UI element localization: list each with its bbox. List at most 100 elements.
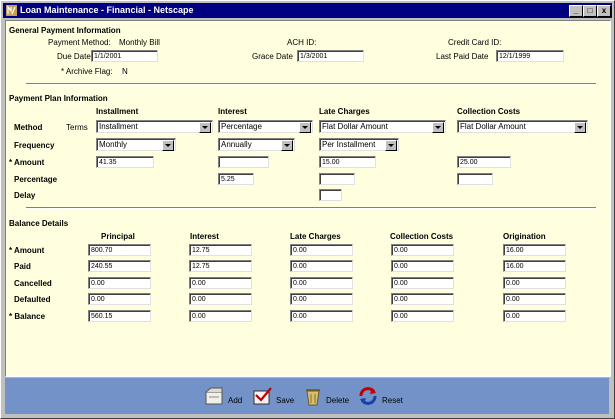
delete-button-label: Delete: [326, 396, 350, 405]
col-header-interest: Interest: [218, 107, 247, 116]
balance-paid-collection-costs-field[interactable]: 0.00: [391, 260, 454, 272]
method-collection-costs-select[interactable]: Flat Dollar Amount: [457, 120, 588, 133]
balance-amount-principal-field[interactable]: 800.70: [88, 244, 151, 256]
select-value: Percentage: [221, 122, 262, 131]
frequency-installment-select[interactable]: Monthly: [96, 138, 176, 151]
section-title-balance-details: Balance Details: [9, 219, 69, 228]
minimize-button[interactable]: _: [569, 5, 583, 17]
reset-button[interactable]: Reset: [357, 386, 409, 408]
balance-col-late-charges: Late Charges: [290, 232, 341, 241]
balance-balance-late-charges-field[interactable]: 0.00: [290, 310, 353, 322]
balance-amount-collection-costs-field[interactable]: 0.00: [391, 244, 454, 256]
select-value: Monthly: [99, 140, 128, 149]
select-value: Per Installment: [322, 140, 376, 149]
add-icon: [205, 387, 223, 405]
amount-installment-field[interactable]: 41.35: [96, 156, 154, 168]
col-header-late-charges: Late Charges: [319, 107, 370, 116]
balance-row-label-cancelled: Cancelled: [14, 279, 52, 288]
balance-cancelled-late-charges-field[interactable]: 0.00: [290, 277, 353, 289]
balance-defaulted-principal-field[interactable]: 0.00: [88, 293, 151, 305]
percentage-collection-costs-field[interactable]: [457, 173, 493, 185]
grace-date-field[interactable]: 1/3/2001: [297, 50, 364, 62]
select-value: Annually: [221, 140, 252, 149]
balance-defaulted-late-charges-field[interactable]: 0.00: [290, 293, 353, 305]
dropdown-arrow-icon[interactable]: [281, 140, 293, 151]
percentage-interest-field[interactable]: 5.25: [218, 173, 254, 185]
balance-row-label-paid: Paid: [14, 262, 31, 271]
balance-defaulted-interest-field[interactable]: 0.00: [189, 293, 252, 305]
balance-amount-origination-field[interactable]: 16.00: [503, 244, 566, 256]
dropdown-arrow-icon[interactable]: [199, 122, 211, 133]
balance-paid-late-charges-field[interactable]: 0.00: [290, 260, 353, 272]
percentage-late-charges-field[interactable]: [319, 173, 355, 185]
select-value: Installment: [99, 122, 138, 131]
netscape-logo-icon: [6, 5, 17, 16]
add-button[interactable]: Add: [203, 386, 249, 408]
method-late-charges-select[interactable]: Flat Dollar Amount: [319, 120, 446, 133]
grace-date-label: Grace Date: [252, 52, 293, 61]
dropdown-arrow-icon[interactable]: [385, 140, 397, 151]
amount-label: * Amount: [9, 158, 45, 167]
balance-cancelled-principal-field[interactable]: 0.00: [88, 277, 151, 289]
section-divider: [26, 83, 596, 85]
balance-cancelled-interest-field[interactable]: 0.00: [189, 277, 252, 289]
ach-id-label: ACH ID:: [287, 38, 317, 47]
balance-cancelled-collection-costs-field[interactable]: 0.00: [391, 277, 454, 289]
frequency-label: Frequency: [14, 141, 55, 150]
title-bar[interactable]: Loan Maintenance - Financial - Netscape …: [3, 3, 612, 18]
terms-label: Terms: [66, 123, 88, 132]
balance-col-collection-costs: Collection Costs: [390, 232, 454, 241]
last-paid-date-field[interactable]: 12/1/1999: [496, 50, 564, 62]
amount-collection-costs-field[interactable]: 25.00: [457, 156, 511, 168]
balance-defaulted-collection-costs-field[interactable]: 0.00: [391, 293, 454, 305]
balance-amount-interest-field[interactable]: 12.75: [189, 244, 252, 256]
save-button[interactable]: Save: [251, 386, 299, 408]
percentage-label: Percentage: [14, 175, 58, 184]
dropdown-arrow-icon[interactable]: [162, 140, 174, 151]
balance-paid-principal-field[interactable]: 240.55: [88, 260, 151, 272]
dropdown-arrow-icon[interactable]: [299, 122, 311, 133]
credit-card-id-label: Credit Card ID:: [448, 38, 502, 47]
save-icon: [253, 387, 272, 405]
amount-late-charges-field[interactable]: 15.00: [319, 156, 376, 168]
save-button-label: Save: [276, 396, 295, 405]
balance-balance-collection-costs-field[interactable]: 0.00: [391, 310, 454, 322]
payment-method-value: Monthly Bill: [119, 38, 160, 47]
close-button[interactable]: x: [597, 5, 611, 17]
balance-row-label-balance: * Balance: [9, 312, 46, 321]
col-header-installment: Installment: [96, 107, 139, 116]
section-title-payment-plan: Payment Plan Information: [9, 94, 108, 103]
dropdown-arrow-icon[interactable]: [574, 122, 586, 133]
balance-row-label-defaulted: Defaulted: [14, 295, 51, 304]
add-button-label: Add: [228, 396, 243, 405]
balance-col-interest: Interest: [190, 232, 219, 241]
section-divider: [26, 207, 596, 209]
dropdown-arrow-icon[interactable]: [432, 122, 444, 133]
delay-late-charges-field[interactable]: [319, 189, 342, 201]
method-interest-select[interactable]: Percentage: [218, 120, 313, 133]
balance-cancelled-origination-field[interactable]: 0.00: [503, 277, 566, 289]
form-content: General Payment Information Payment Meth…: [5, 20, 611, 377]
frequency-late-charges-select[interactable]: Per Installment: [319, 138, 399, 151]
select-value: Flat Dollar Amount: [460, 122, 526, 131]
action-toolbar: Add Save Delete Reset: [5, 377, 609, 414]
balance-defaulted-origination-field[interactable]: 0.00: [503, 293, 566, 305]
balance-amount-late-charges-field[interactable]: 0.00: [290, 244, 353, 256]
amount-interest-field[interactable]: [218, 156, 269, 168]
due-date-field[interactable]: 1/1/2001: [91, 50, 158, 62]
balance-col-origination: Origination: [503, 232, 546, 241]
trash-icon: [306, 389, 320, 406]
select-value: Flat Dollar Amount: [322, 122, 388, 131]
delete-button[interactable]: Delete: [302, 386, 354, 408]
payment-method-label: Payment Method:: [48, 38, 111, 47]
balance-paid-origination-field[interactable]: 16.00: [503, 260, 566, 272]
balance-balance-origination-field[interactable]: 0.00: [503, 310, 566, 322]
due-date-label: Due Date: [57, 52, 91, 61]
balance-balance-principal-field[interactable]: 560.15: [88, 310, 151, 322]
reset-icon: [359, 387, 377, 405]
balance-balance-interest-field[interactable]: 0.00: [189, 310, 252, 322]
maximize-button[interactable]: □: [583, 5, 597, 17]
method-installment-select[interactable]: Installment: [96, 120, 213, 133]
balance-paid-interest-field[interactable]: 12.75: [189, 260, 252, 272]
frequency-interest-select[interactable]: Annually: [218, 138, 295, 151]
